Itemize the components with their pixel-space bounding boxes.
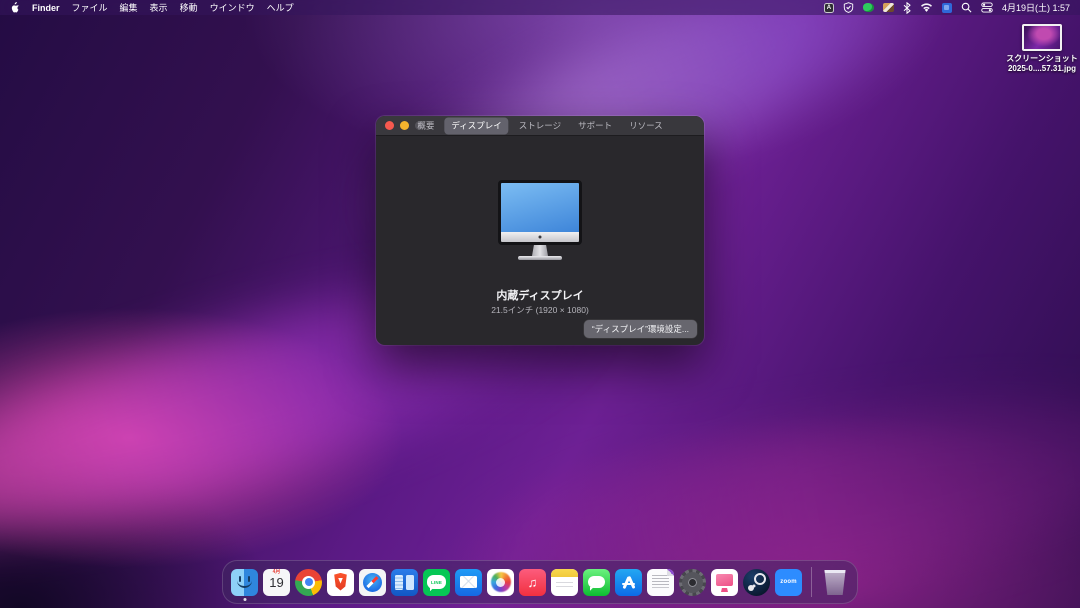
window-tabs: 概要 ディスプレイ ストレージ サポート リソース <box>410 117 669 134</box>
dock-app-ledger[interactable] <box>391 569 418 596</box>
dock-app-line[interactable]: LINE <box>423 569 450 596</box>
about-this-mac-window: 概要 ディスプレイ ストレージ サポート リソース 内蔵ディスプレイ 21.5イ… <box>376 116 704 345</box>
line-icon: LINE <box>423 569 450 596</box>
photos-icon <box>487 569 514 596</box>
dock-app-display[interactable] <box>711 569 738 596</box>
calendar-icon: 4月 19 <box>263 569 290 596</box>
screenshot-thumbnail <box>1022 24 1062 51</box>
mail-icon <box>455 569 482 596</box>
app-store-icon <box>615 569 642 596</box>
dock-app-mail[interactable] <box>455 569 482 596</box>
menu-go[interactable]: 移動 <box>180 1 198 14</box>
dock-app-calendar[interactable]: 4月 19 <box>263 569 290 596</box>
calendar-day: 19 <box>263 576 290 590</box>
dock-app-system-preferences[interactable] <box>679 569 706 596</box>
picture-menu-extra-icon[interactable] <box>883 3 894 12</box>
pink-display-icon <box>711 569 738 596</box>
dock-app-notes[interactable] <box>551 569 578 596</box>
tab-overview[interactable]: 概要 <box>410 117 441 134</box>
control-center-icon[interactable] <box>981 2 993 13</box>
brave-icon <box>327 569 354 596</box>
dock-trash[interactable] <box>821 569 849 595</box>
desktop-file-screenshot[interactable]: スクリーンショット 2025-0....57.31.jpg <box>1004 24 1080 74</box>
display-name: 内蔵ディスプレイ <box>376 287 704 303</box>
tab-storage[interactable]: ストレージ <box>512 117 568 134</box>
ledger-icon <box>391 569 418 596</box>
dock-separator <box>811 567 812 597</box>
tab-displays[interactable]: ディスプレイ <box>444 117 508 134</box>
menu-help[interactable]: ヘルプ <box>267 1 294 14</box>
app-store-a-stroke <box>622 583 635 586</box>
dock-app-safari[interactable] <box>359 569 386 596</box>
menu-view[interactable]: 表示 <box>150 1 168 14</box>
gear-icon <box>679 569 706 596</box>
envelope-glyph <box>460 576 477 588</box>
minimize-button[interactable] <box>400 121 409 130</box>
imac-chin <box>501 232 579 242</box>
dock: 4月 19 LINE <box>222 560 858 604</box>
imac-display-icon <box>498 180 582 260</box>
steam-icon <box>743 569 770 596</box>
tab-resources[interactable]: リソース <box>622 117 670 134</box>
menubar-clock[interactable]: 4月19日(土) 1:57 <box>1002 1 1070 14</box>
messages-icon <box>583 569 610 596</box>
menu-window[interactable]: ウインドウ <box>210 1 255 14</box>
shield-check-icon[interactable] <box>843 2 854 13</box>
dock-app-steam[interactable] <box>743 569 770 596</box>
finder-icon <box>231 569 258 596</box>
imac-stand-base <box>518 256 562 260</box>
dock-app-brave[interactable] <box>327 569 354 596</box>
messages-speech-bubble <box>588 576 605 589</box>
zoom-label: zoom <box>780 579 796 585</box>
menu-bar: Finder ファイル 編集 表示 移動 ウインドウ ヘルプ A <box>0 0 1080 15</box>
bluetooth-icon[interactable] <box>903 2 911 14</box>
close-button[interactable] <box>385 121 394 130</box>
dock-app-app-store[interactable] <box>615 569 642 596</box>
safari-icon <box>359 569 386 596</box>
green-menu-extra-icon[interactable] <box>863 3 874 12</box>
dock-app-messages[interactable] <box>583 569 610 596</box>
dock-app-zoom[interactable]: zoom <box>775 569 802 596</box>
menubar-app-name[interactable]: Finder <box>32 3 60 13</box>
input-source-a-icon[interactable]: A <box>824 3 834 13</box>
line-speech-bubble: LINE <box>427 575 446 589</box>
window-body: 内蔵ディスプレイ 21.5インチ (1920 × 1080) “ディスプレイ”環… <box>376 136 704 345</box>
menu-file[interactable]: ファイル <box>72 1 108 14</box>
dock-app-textedit[interactable] <box>647 569 674 596</box>
dock-app-chrome[interactable] <box>295 569 322 596</box>
display-spec: 21.5インチ (1920 × 1080) <box>376 304 704 316</box>
desktop-file-label-line1: スクリーンショット <box>1004 54 1080 64</box>
tab-support[interactable]: サポート <box>571 117 619 134</box>
notes-icon <box>551 569 578 596</box>
desktop-file-label: スクリーンショット 2025-0....57.31.jpg <box>1004 54 1080 74</box>
menu-edit[interactable]: 編集 <box>120 1 138 14</box>
trash-icon <box>823 569 847 595</box>
zoom-app-icon: zoom <box>775 569 802 596</box>
music-icon: ♫ <box>519 569 546 596</box>
dock-app-music[interactable]: ♫ <box>519 569 546 596</box>
desktop: Finder ファイル 編集 表示 移動 ウインドウ ヘルプ A <box>0 0 1080 608</box>
running-indicator <box>243 598 246 601</box>
wifi-icon[interactable] <box>920 3 933 13</box>
dock-app-photos[interactable] <box>487 569 514 596</box>
line-label: LINE <box>431 580 442 585</box>
imac-stand-neck <box>532 245 548 256</box>
spotlight-icon[interactable] <box>961 2 972 13</box>
textedit-icon <box>647 569 674 596</box>
window-titlebar[interactable]: 概要 ディスプレイ ストレージ サポート リソース <box>376 116 704 136</box>
imac-screen <box>501 183 579 232</box>
dock-app-finder[interactable] <box>231 569 258 596</box>
desktop-file-label-line2: 2025-0....57.31.jpg <box>1004 64 1080 74</box>
ime-input-icon[interactable] <box>942 3 952 13</box>
display-preferences-button[interactable]: “ディスプレイ”環境設定... <box>584 320 697 338</box>
screenshot-thumbnail-image <box>1024 26 1060 49</box>
chrome-icon <box>295 569 322 596</box>
apple-menu-icon[interactable] <box>10 2 20 13</box>
